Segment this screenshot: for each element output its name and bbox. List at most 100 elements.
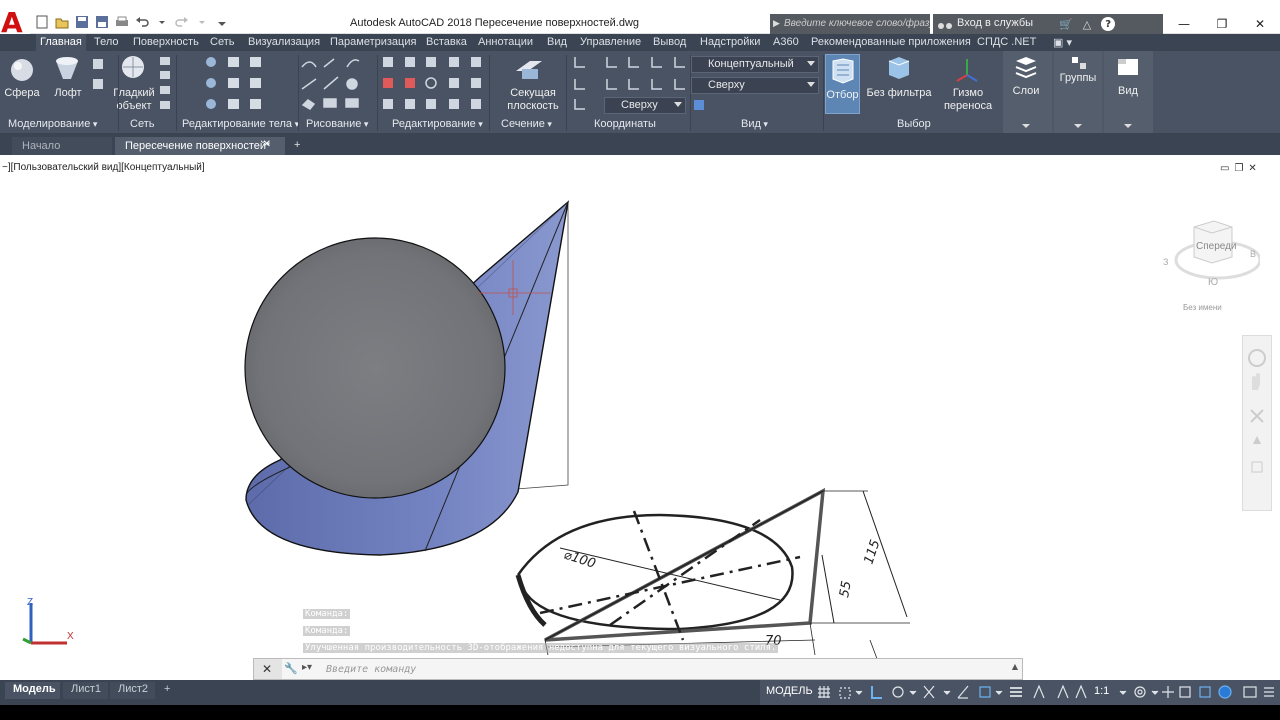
search-field[interactable]: ▶ Введите ключевое слово/фразу [770, 14, 930, 34]
no-filter-button[interactable]: Без фильтра [866, 87, 932, 100]
viewcube-front-face[interactable]: Спереди [1196, 241, 1237, 252]
chevron-down-icon[interactable]: ▾ [90, 119, 98, 129]
loft-button[interactable]: Лофт [50, 87, 86, 100]
ribbon-panel-title[interactable]: Редактирование ▾ [392, 118, 483, 133]
layout-tab-sheet2[interactable]: Лист2 [110, 682, 155, 699]
vp-minimize-icon[interactable]: ▭ [1220, 163, 1229, 174]
autoscale-icon[interactable] [1057, 684, 1069, 699]
ribbon-tab[interactable]: Тело [94, 36, 119, 48]
ribbon-panel-title[interactable]: Координаты [594, 118, 656, 133]
layout-tab-model[interactable]: Модель [5, 682, 60, 699]
section-plane-button[interactable]: Секущая плоскость [505, 87, 561, 113]
menu-icon[interactable] [1264, 687, 1274, 697]
3dosnap-icon[interactable] [979, 686, 991, 698]
signin-button[interactable]: Вход в службы [933, 14, 1053, 34]
chevron-down-icon[interactable]: ▾ [476, 119, 483, 129]
hardware-acceleration-icon[interactable] [1199, 686, 1211, 698]
model-scene[interactable]: ⌀100 115 55 70 [0, 155, 1280, 680]
isodraft-icon[interactable] [923, 685, 935, 699]
sphere-button[interactable]: Сфера [4, 87, 40, 100]
ribbon-tab[interactable]: Визуализация [248, 36, 320, 48]
grid-icon[interactable] [818, 686, 830, 698]
undo-dropdown-icon[interactable] [154, 14, 170, 30]
isolate-objects-icon[interactable] [1179, 686, 1191, 698]
ribbon-options-icon[interactable]: ▣ ▾ [1053, 36, 1072, 49]
ribbon-tab[interactable]: Поверхность [133, 36, 199, 48]
ribbon-tab[interactable]: Вид [547, 36, 567, 48]
new-tab-button[interactable]: + [290, 137, 308, 155]
sphere-solid[interactable] [244, 237, 506, 499]
search-expand-icon[interactable]: ▶ [773, 18, 780, 29]
chevron-down-icon[interactable]: ▾ [545, 119, 552, 129]
ribbon-tab[interactable]: Аннотации [478, 36, 533, 48]
groups-label[interactable]: Группы [1058, 72, 1098, 85]
snap-icon[interactable] [839, 687, 851, 699]
ucs-name-dropdown[interactable]: Без имени [1183, 303, 1241, 315]
customization-icon[interactable] [1243, 686, 1257, 698]
plot-icon[interactable] [114, 14, 130, 30]
annotation-scale-icon[interactable] [1075, 684, 1087, 699]
workspace-gear-icon[interactable] [1134, 686, 1146, 698]
tab-drawing[interactable]: Пересечение поверхностей* ✕ [115, 137, 285, 155]
redo-dropdown-icon[interactable] [194, 14, 210, 30]
tab-start[interactable]: Начало [12, 137, 112, 155]
redo-icon[interactable] [174, 14, 190, 30]
ribbon-tab[interactable]: Параметризация [330, 36, 416, 48]
ribbon-tab[interactable]: Вставка [426, 36, 467, 48]
ribbon-tab[interactable]: Сеть [210, 36, 234, 48]
close-tab-icon[interactable]: ✕ [263, 139, 271, 150]
close-icon[interactable]: ✕ [1241, 14, 1279, 34]
compass-east[interactable]: В [1250, 249, 1256, 259]
showmotion-icon[interactable] [1251, 461, 1263, 473]
annotation-scale[interactable]: 1:1 [1094, 685, 1109, 697]
ribbon-tab[interactable]: A360 [773, 36, 799, 48]
command-prompt-icon[interactable]: ▸▾ [302, 662, 324, 676]
ribbon-tab[interactable]: СПДС .NET [977, 36, 1036, 48]
osnap-icon[interactable] [957, 685, 969, 699]
ribbon-tab[interactable]: Вывод [653, 36, 686, 48]
customize-qat-icon[interactable] [214, 14, 230, 30]
plus-icon[interactable] [1162, 686, 1174, 698]
view-preset-dropdown[interactable]: Сверху [691, 77, 819, 94]
gizmo-button[interactable]: Гизмо переноса [940, 87, 996, 113]
drawing-viewport[interactable]: ⌀100 115 55 70 −][Пользовательский вид][… [0, 155, 1280, 680]
annotation-visibility-icon[interactable] [1033, 684, 1045, 699]
vp-close-icon[interactable]: ✕ [1248, 163, 1256, 174]
cart-icon[interactable]: 🛒 [1059, 18, 1073, 31]
ribbon-panel-title[interactable]: Вид ▾ [741, 118, 768, 133]
ribbon-panel-title[interactable]: Сечение ▾ [501, 118, 552, 133]
close-command-line-icon[interactable]: ✕ [254, 659, 282, 679]
lineweight-icon[interactable] [1010, 687, 1022, 697]
help-icon[interactable]: ? [1101, 17, 1116, 31]
undo-icon[interactable] [134, 14, 150, 30]
view-label[interactable]: Вид [1110, 85, 1146, 98]
viewcube[interactable]: Спереди В Ю З [1160, 215, 1260, 315]
add-layout-button[interactable]: + [160, 682, 178, 699]
ribbon-panel-title[interactable]: Редактирование тела ▾ [182, 118, 299, 133]
ucs-dropdown[interactable]: Сверху [604, 97, 686, 114]
layers-label[interactable]: Слои [1008, 85, 1044, 98]
open-folder-icon[interactable] [54, 14, 70, 30]
viewport-label[interactable]: −][Пользовательский вид][Концептуальный] [2, 162, 205, 173]
a360-icon[interactable]: △ [1083, 18, 1091, 31]
save-as-icon[interactable] [94, 14, 110, 30]
save-icon[interactable] [74, 14, 90, 30]
steering-wheel-icon[interactable] [1248, 349, 1266, 367]
chevron-up-icon[interactable]: ▲ [1012, 662, 1018, 671]
polar-icon[interactable] [892, 686, 904, 698]
ribbon-tab[interactable]: Главная [36, 34, 86, 51]
ribbon-panel-title[interactable]: Выбор [897, 118, 931, 133]
restore-icon[interactable]: ❐ [1203, 14, 1241, 34]
visual-style-dropdown[interactable]: Концептуальный [691, 56, 819, 73]
new-file-icon[interactable] [34, 14, 50, 30]
ribbon-tab[interactable]: Надстройки [700, 36, 760, 48]
ribbon-panel-title[interactable]: Моделирование ▾ [8, 118, 97, 133]
ribbon-tab[interactable]: Управление [580, 36, 641, 48]
clean-screen-icon[interactable] [1218, 685, 1232, 699]
ortho-icon[interactable] [871, 686, 882, 699]
pan-icon[interactable] [1252, 373, 1260, 390]
zoom-icon[interactable] [1250, 409, 1264, 423]
ribbon-tab[interactable]: Рекомендованные приложения [811, 36, 971, 48]
minimize-icon[interactable]: — [1165, 14, 1203, 34]
compass-west[interactable]: З [1163, 257, 1168, 267]
